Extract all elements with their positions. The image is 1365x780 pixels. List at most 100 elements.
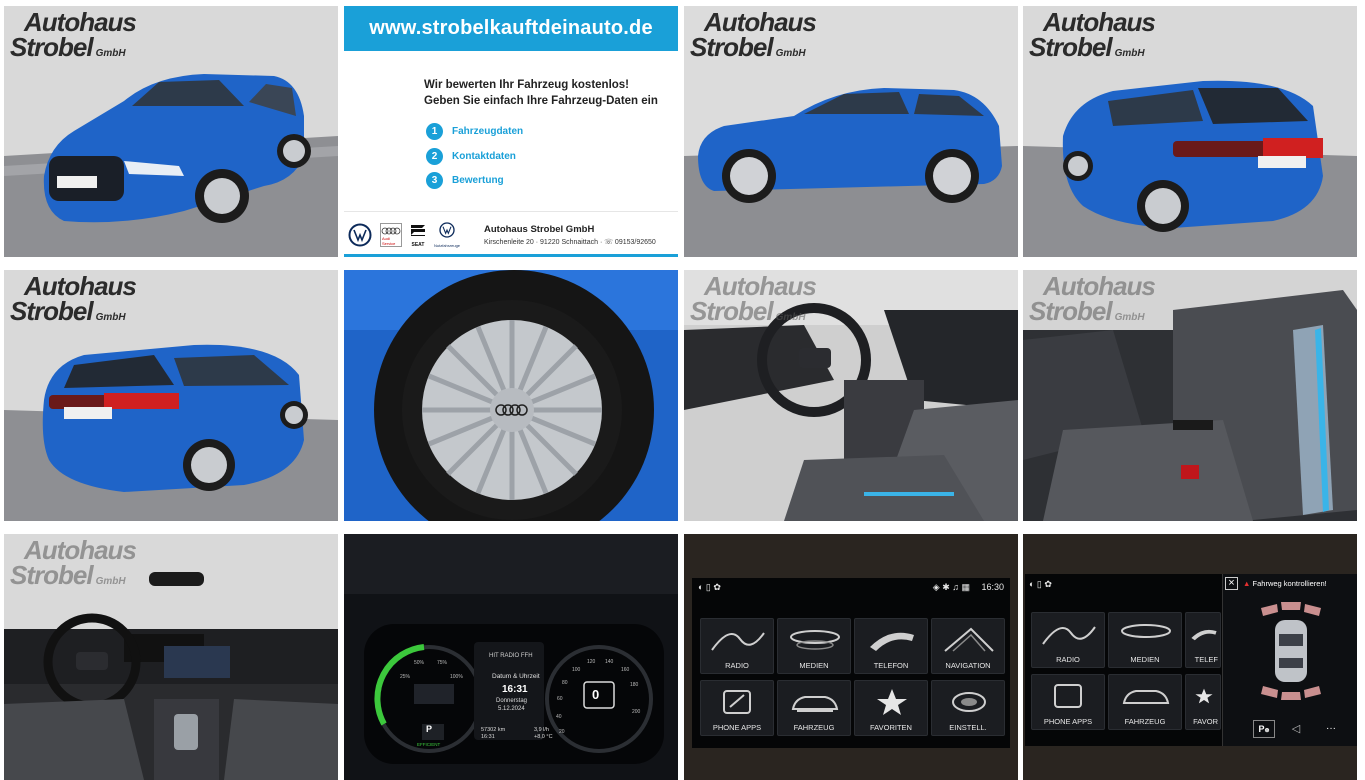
app-tile-favorites[interactable]: FAVORITEN [854,680,928,736]
radio-icon [711,632,765,651]
parking-panel: × ▲ Fahrweg kontrollieren! P⊛ ◁ ··· [1222,574,1357,746]
gallery-photo-parking-assist[interactable]: ◐ ▯ ✿ RADIO MEDIEN TELEF PHONE APPS FAHR… [1023,534,1357,780]
promo-step-1: 1 Fahrzeugdaten [426,122,523,140]
status-icons-left: ◐ ▯ ✿ [1029,579,1052,589]
app-label: FAHRZEUG [1124,717,1166,726]
app-label: FAVOR [1193,717,1218,726]
app-tile-phone-apps[interactable]: PHONE APPS [1031,674,1105,730]
gallery-photo-rear-three-quarter[interactable]: Autohaus Strobel GmbH [1023,6,1357,257]
phone-icon [1191,629,1217,641]
navigation-icon [944,627,994,652]
seat-label: SEAT [411,241,425,248]
seat-s-icon [411,224,425,236]
cluster-speed: 0 [592,687,600,702]
cluster-consumption: 3,9 l/h [534,727,549,733]
app-label: PHONE APPS [712,723,762,732]
cluster-mode: EFFICIENT [417,742,441,747]
gallery-photo-rear-left[interactable]: Autohaus Strobel GmbH [4,270,338,521]
settings-icon [952,692,986,712]
app-tile-radio[interactable]: RADIO [700,618,774,674]
promo-footer: Audi Service SEAT Nutzfahrzeuge Autohaus… [344,211,678,257]
speed-mark-60: 60 [557,696,563,702]
gallery-promo-banner[interactable]: www.strobelkauftdeinauto.de Wir bewerten… [344,6,678,257]
gallery-photo-side[interactable]: Autohaus Strobel GmbH [684,6,1018,257]
status-icons-left: ◐ ▯ ✿ [698,582,721,592]
app-tile-vehicle[interactable]: FAHRZEUG [777,680,851,736]
infotainment-clock: 16:30 [981,582,1004,592]
logo-line2: Strobel [1029,31,1113,62]
audi-service-logo: Audi Service [380,223,402,247]
app-tile-navigation[interactable]: NAVIGATION [931,618,1005,674]
step-label: Bewertung [452,174,504,186]
phone-apps-icon [1054,684,1082,708]
cluster-radio: HIT RADIO FFH [489,653,533,659]
promo-step-2: 2 Kontaktdaten [426,147,516,165]
step-number: 3 [426,171,443,189]
speed-mark-80: 80 [562,680,568,686]
dealer-logo: Autohaus Strobel GmbH [1029,273,1156,324]
logo-suffix: GmbH [1114,47,1145,59]
gallery-photo-rear-seats[interactable]: Autohaus Strobel GmbH [1023,270,1357,521]
cluster-trip-time: 16:31 [481,734,495,740]
app-label: TELEFON [873,661,909,670]
app-tile-phone[interactable]: TELEFON [854,618,928,674]
gallery-photo-instrument-cluster[interactable]: HIT RADIO FFH Datum & Uhrzeit 16:31 Donn… [344,534,678,780]
parking-sensor-diagram [1261,602,1321,700]
battery-mark-75: 75% [437,660,448,666]
battery-mark-50: 50% [414,660,425,666]
cluster-date: 5.12.2024 [498,706,525,712]
app-tile-phone[interactable]: TELEF [1185,612,1221,668]
logo-suffix: GmbH [775,47,806,59]
gallery-photo-front-three-quarter[interactable]: Autohaus Strobel GmbH [4,6,338,257]
dealer-logo: Autohaus Strobel GmbH [10,537,137,590]
app-tile-favorites[interactable]: FAVOR [1185,674,1221,730]
promo-headline-2: Geben Sie einfach Ihre Fahrzeug-Daten ei… [424,95,658,107]
gallery-photo-infotainment[interactable]: ◐ ▯ ✿ ◈ ✱ ♫ ▦ 16:30 RADIO MEDIEN TELEFON… [684,534,1018,780]
dealer-logo: Autohaus Strobel GmbH [10,9,137,60]
dealer-logo: Autohaus Strobel GmbH [690,9,817,60]
app-tile-radio[interactable]: RADIO [1031,612,1105,668]
close-icon[interactable]: × [1225,577,1238,590]
promo-step-3: 3 Bewertung [426,171,504,189]
status-icons-right: ◈ ✱ ♫ ▦ [932,582,970,592]
brand-logos: Audi Service SEAT Nutzfahrzeuge [348,222,460,248]
cluster-weekday: Donnerstag [496,698,528,704]
dealer-logo: Autohaus Strobel GmbH [1029,9,1156,62]
dealer-logo: Autohaus Strobel GmbH [10,273,137,326]
app-label: FAVORITEN [870,723,912,732]
logo-line2: Strobel [10,559,94,590]
parking-warning: ▲ Fahrweg kontrollieren! [1243,579,1327,588]
more-options-button[interactable]: ··· [1319,720,1343,738]
step-number: 1 [426,122,443,140]
gallery-photo-cockpit[interactable]: Autohaus Strobel GmbH [684,270,1018,521]
app-label: PHONE APPS [1043,717,1093,726]
app-tile-settings[interactable]: EINSTELL. [931,680,1005,736]
seat-logo: SEAT [410,223,426,248]
cluster-gear: P [426,724,433,734]
star-icon [1195,688,1213,704]
speaker-icon[interactable]: ◁ [1287,721,1305,737]
app-tile-vehicle[interactable]: FAHRZEUG [1108,674,1182,730]
step-number: 2 [426,147,443,165]
speed-mark-40: 40 [556,714,562,720]
step-label: Kontaktdaten [452,150,516,162]
gallery-photo-wheel[interactable] [344,270,678,521]
app-tile-media[interactable]: MEDIEN [1108,612,1182,668]
logo-line2: Strobel [10,295,94,326]
park-assist-button[interactable]: P⊛ [1253,720,1275,738]
promo-url-banner: www.strobelkauftdeinauto.de [344,6,678,51]
gallery-photo-dashboard[interactable]: Autohaus Strobel GmbH [4,534,338,780]
vw-logo-icon [348,223,372,247]
app-label: NAVIGATION [945,661,991,670]
speed-mark-140: 140 [605,659,614,665]
radio-icon [1042,626,1096,645]
app-tile-media[interactable]: MEDIEN [777,618,851,674]
logo-suffix: GmbH [775,311,806,323]
app-label: RADIO [725,661,749,670]
audi-rings-icon [381,227,401,235]
app-tile-phone-apps[interactable]: PHONE APPS [700,680,774,736]
speed-mark-160: 160 [621,667,630,673]
wheel-closeup-photo [344,270,678,521]
battery-mark-25: 25% [400,674,411,680]
cluster-panel-title: Datum & Uhrzeit [492,673,540,680]
